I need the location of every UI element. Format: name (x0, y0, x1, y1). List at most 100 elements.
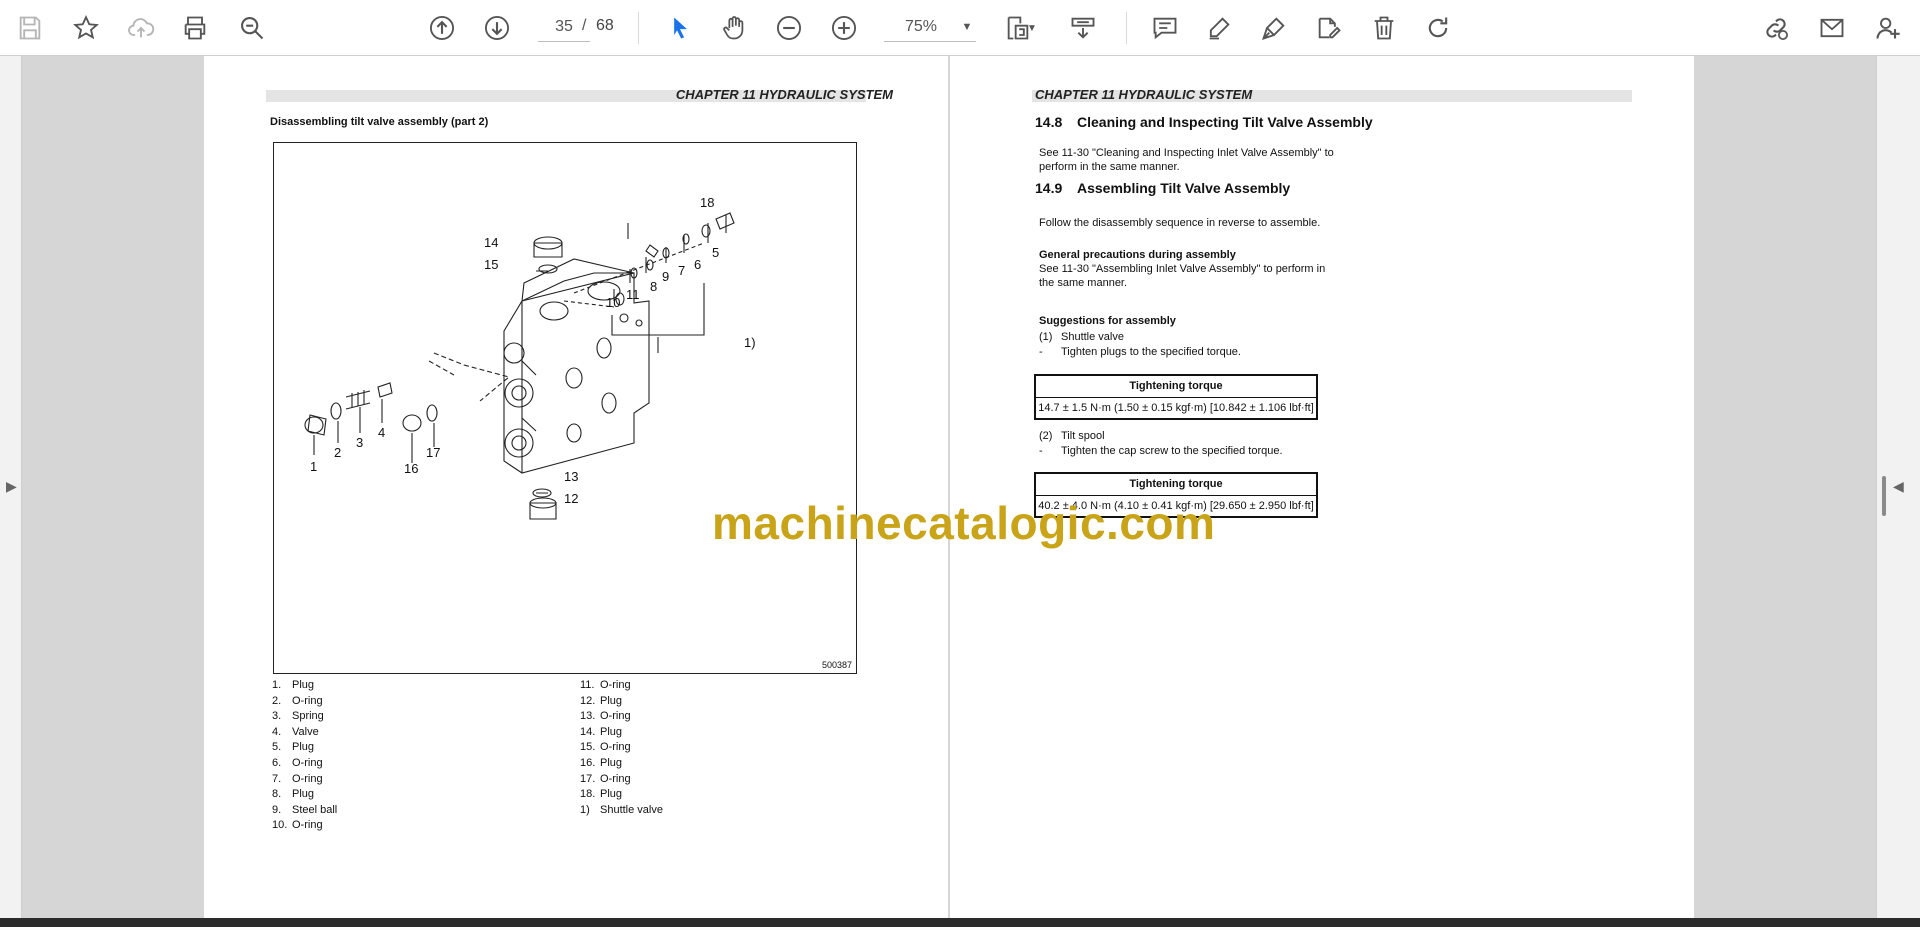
page-down-icon[interactable] (477, 8, 517, 48)
legend-label: Steel ball (292, 803, 338, 816)
left-panel-toggle[interactable]: ▶ (0, 56, 22, 918)
legend-num: 3. (272, 710, 282, 723)
parts-legend-col1: 1. Plug 2. O-ring 3. Spring 4. Valve 5. Plug … (272, 678, 337, 834)
callout-17: 17 (426, 445, 440, 460)
legend-num: 6. (272, 756, 282, 769)
section-text: See 11-30 "Cleaning and Inspecting Inlet… (1039, 146, 1339, 174)
hand-tool-icon[interactable] (714, 8, 754, 48)
legend-label: Spring (292, 710, 324, 723)
legend-num: 2. (272, 694, 282, 707)
pdf-page-left: CHAPTER 11 HYDRAULIC SYSTEM Disassemblin… (204, 56, 948, 918)
subheading: General precautions during assembly (1039, 249, 1236, 261)
callout-1: 1 (310, 459, 317, 474)
callout-14: 14 (484, 235, 498, 250)
text-line: See 11-30 "Cleaning and Inspecting Inlet… (1039, 147, 1334, 159)
parts-legend-col2: 11. O-ring 12. Plug 13. O-ring 14. Plug 15. O… (580, 678, 663, 818)
scrollbar-thumb[interactable] (1882, 476, 1886, 516)
legend-item: 11. O-ring (580, 678, 663, 694)
legend-label: Plug (600, 756, 623, 769)
legend-item: 12. Plug (580, 694, 663, 710)
draw-pen-icon[interactable] (1254, 8, 1294, 48)
subheading: Suggestions for assembly (1039, 315, 1176, 327)
torque-table: Tightening torque 14.7 ± 1.5 N·m (1.50 ±… (1034, 374, 1318, 420)
legend-num: 8. (272, 788, 282, 801)
list-item: - Tighten plugs to the specified torque. (1039, 345, 1339, 359)
legend-label: O-ring (600, 710, 631, 723)
legend-label: O-ring (292, 756, 323, 769)
share-link-icon[interactable] (1756, 8, 1796, 48)
legend-num: 9. (272, 803, 282, 816)
rotate-icon[interactable] (1418, 8, 1458, 48)
document-viewport[interactable]: ▶ CHAPTER 11 HYDRAULIC SYSTEM Disassembl… (0, 56, 1920, 918)
list-item: - Tighten the cap screw to the specified … (1039, 444, 1339, 458)
section-heading: 14.9 Assembling Tilt Valve Assembly (1035, 180, 1290, 196)
chevron-left-icon[interactable]: ◀ (1893, 478, 1904, 495)
legend-num: 13. (580, 710, 596, 723)
legend-label: Plug (600, 725, 623, 738)
legend-num: 5. (272, 741, 282, 754)
item-number: (1) (1039, 331, 1053, 343)
table-header: Tightening torque (1034, 472, 1318, 496)
callout-11: 11 (626, 287, 640, 302)
legend-label: O-ring (292, 772, 323, 785)
zoom-minus-icon[interactable] (769, 8, 809, 48)
print-icon[interactable] (175, 8, 215, 48)
bookmark-star-icon[interactable] (66, 8, 106, 48)
item-dash: - (1039, 346, 1043, 358)
legend-num: 12. (580, 694, 596, 707)
callout-15: 15 (484, 257, 498, 272)
delete-icon[interactable] (1364, 8, 1404, 48)
list-item: (2) Tilt spool (1039, 429, 1339, 443)
zoom-plus-icon[interactable] (824, 8, 864, 48)
toolbar-divider (638, 12, 639, 44)
highlight-pen-icon[interactable] (1199, 8, 1239, 48)
page-up-icon[interactable] (422, 8, 462, 48)
legend-label: O-ring (600, 741, 631, 754)
legend-item: 2. O-ring (272, 694, 337, 710)
item-text: Tighten the cap screw to the specified t… (1061, 445, 1283, 457)
text-line: See 11-30 "Assembling Inlet Valve Assemb… (1039, 263, 1326, 275)
cloud-upload-icon[interactable] (121, 8, 161, 48)
scroll-mode-icon[interactable] (1063, 8, 1103, 48)
callout-6: 6 (694, 257, 701, 272)
legend-label: O-ring (600, 772, 631, 785)
table-header: Tightening torque (1034, 374, 1318, 398)
zoom-select[interactable]: 75% ▼ (884, 12, 976, 42)
callout-8: 8 (650, 279, 657, 294)
bottom-bar (0, 918, 1920, 927)
item-text: Tighten plugs to the specified torque. (1061, 346, 1241, 358)
chapter-header: CHAPTER 11 HYDRAULIC SYSTEM (1035, 87, 1253, 102)
section-title: Cleaning and Inspecting Tilt Valve Assem… (1077, 114, 1373, 130)
legend-label: Plug (600, 788, 623, 801)
callout-18: 18 (700, 195, 714, 210)
edit-sign-icon[interactable] (1309, 8, 1349, 48)
legend-label: O-ring (292, 819, 323, 832)
page-total: 68 (596, 17, 614, 34)
tilt-valve-drawing: 1 2 3 4 5 6 7 8 9 10 11 12 13 14 15 16 1 (304, 195, 756, 520)
legend-num: 1. (272, 679, 282, 691)
mail-icon[interactable] (1812, 8, 1852, 48)
add-user-icon[interactable] (1868, 8, 1908, 48)
legend-num: 14. (580, 725, 596, 738)
legend-num: 4. (272, 725, 282, 738)
legend-num: 17. (580, 772, 596, 785)
toolbar: / 68 75% ▼ ▼ (0, 0, 1920, 56)
legend-label: Plug (600, 694, 623, 707)
list-item: (1) Shuttle valve (1039, 330, 1339, 344)
legend-item: 14. Plug (580, 725, 663, 741)
item-dash: - (1039, 445, 1043, 457)
save-icon[interactable] (10, 8, 50, 48)
callout-9: 9 (662, 269, 669, 284)
legend-num: 11. (580, 679, 595, 691)
zoom-value: 75% (904, 17, 938, 35)
text-line: perform in the same manner. (1039, 161, 1180, 173)
comment-icon[interactable] (1145, 8, 1185, 48)
select-cursor-icon[interactable] (660, 8, 700, 48)
legend-label: Plug (292, 741, 315, 754)
item-title: Tilt spool (1061, 430, 1105, 442)
text-line: the same manner. (1039, 277, 1128, 289)
chevron-down-icon[interactable]: ▼ (1022, 8, 1042, 48)
chevron-right-icon[interactable]: ▶ (6, 478, 17, 495)
legend-label: Plug (292, 788, 315, 801)
zoom-out-search-icon[interactable] (232, 8, 272, 48)
